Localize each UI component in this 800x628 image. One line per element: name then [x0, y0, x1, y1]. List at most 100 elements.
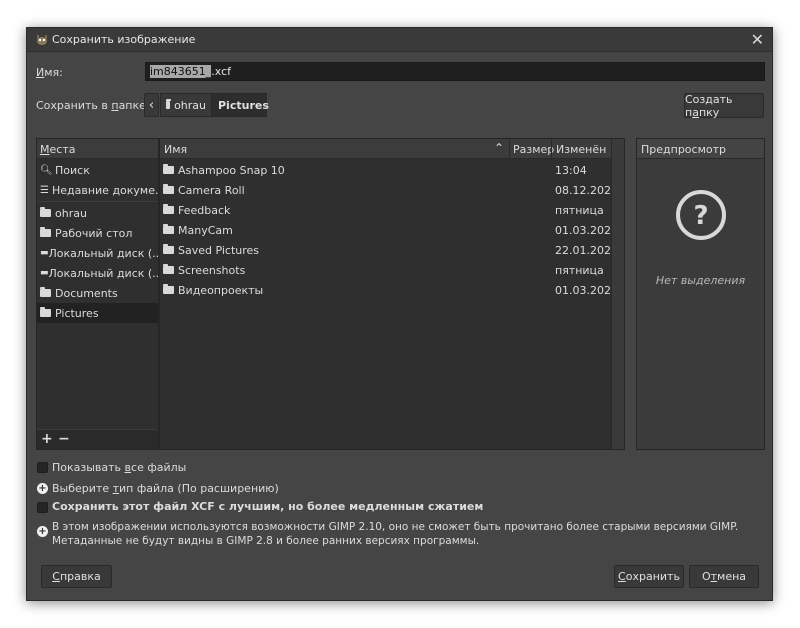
places-header-label: Места — [40, 143, 76, 156]
column-header-size[interactable]: Размер — [513, 143, 554, 156]
files-panel: Имя ⌃ Размер Изменён Ashampoo Snap 10 13… — [159, 138, 625, 450]
places-item-label: Поиск — [55, 163, 90, 177]
folder-icon — [166, 99, 172, 109]
places-item-label: Локальный диск (... — [48, 246, 158, 260]
help-button[interactable]: Справка — [41, 565, 112, 588]
file-name: Ashampoo Snap 10 — [178, 163, 285, 177]
file-modified: 01.03.2021 — [555, 283, 618, 297]
files-header: Имя ⌃ Размер Изменён — [160, 139, 624, 159]
places-item-drive-2[interactable]: ▬ Локальный диск (... — [37, 263, 158, 283]
folder-icon — [163, 264, 174, 274]
file-modified: 22.01.2021 — [555, 243, 618, 257]
places-header: Места — [37, 139, 158, 159]
add-bookmark-button[interactable]: + — [41, 431, 53, 447]
drive-icon: ▬ — [40, 268, 49, 278]
folder-icon — [163, 204, 174, 214]
places-item-drive-1[interactable]: ▬ Локальный диск (... — [37, 243, 158, 263]
save-button[interactable]: Сохранить — [614, 565, 684, 588]
preview-panel: Предпросмотр ? Нет выделения — [636, 138, 765, 450]
help-button-label: Справка — [52, 570, 101, 583]
folder-icon — [40, 307, 51, 317]
cancel-button-label: Отмена — [701, 570, 747, 583]
places-separator — [37, 201, 158, 202]
no-selection-text: Нет выделения — [655, 274, 746, 287]
question-icon: ? — [676, 190, 726, 240]
better-compression-checkbox[interactable] — [37, 502, 48, 513]
path-segment-label: Pictures — [218, 98, 269, 112]
sort-ascending-icon: ⌃ — [494, 141, 505, 155]
folder-icon — [40, 207, 51, 217]
file-name: ManyCam — [178, 223, 233, 237]
files-scrollbar[interactable] — [611, 139, 624, 449]
file-row[interactable]: Feedback пятница — [160, 200, 610, 220]
folder-icon — [163, 224, 174, 234]
places-item-label: ohrau — [55, 206, 87, 220]
path-segment-label: ohrau — [174, 98, 206, 112]
column-header-modified[interactable]: Изменён — [556, 143, 606, 156]
filename-extension: .xcf — [211, 65, 231, 78]
column-header-name[interactable]: Имя — [164, 143, 187, 156]
places-item-label: Рабочий стол — [55, 226, 133, 240]
file-row[interactable]: Saved Pictures 22.01.2021 — [160, 240, 618, 260]
file-name: Видеопроекты — [178, 283, 264, 297]
show-all-files-checkbox[interactable] — [37, 462, 48, 473]
path-back-button[interactable]: ‹ — [144, 93, 159, 117]
name-label: Имя: — [36, 66, 63, 79]
places-item-pictures[interactable]: Pictures — [37, 303, 158, 323]
file-type-expander-icon[interactable]: + — [37, 483, 48, 494]
places-panel: Места 🔍︎ Поиск ☰ Недавние докуме... ohra… — [36, 138, 159, 450]
file-row[interactable]: Camera Roll 08.12.2020 — [160, 180, 618, 200]
file-modified: 13:04 — [555, 163, 587, 177]
file-name: Screenshots — [178, 263, 246, 277]
path-segment-home[interactable]: ohrau — [160, 93, 212, 117]
places-item-label: Documents — [55, 286, 118, 300]
cancel-button[interactable]: Отмена — [689, 565, 759, 588]
places-item-desktop[interactable]: Рабочий стол — [37, 223, 158, 243]
places-item-home[interactable]: ohrau — [37, 203, 158, 223]
drive-icon: ▬ — [40, 248, 49, 258]
places-toolbar: + − — [37, 429, 158, 449]
remove-bookmark-button[interactable]: − — [58, 431, 70, 447]
save-in-label: Сохранить в папке — [36, 99, 146, 112]
file-row[interactable]: Видеопроекты 01.03.2021 — [160, 280, 618, 300]
places-item-label: Недавние докуме... — [51, 183, 158, 197]
create-folder-label: Создать папку — [685, 92, 733, 119]
select-file-type-label[interactable]: Выберите тип файла (По расширению) — [52, 482, 279, 495]
folder-icon — [163, 244, 174, 254]
file-name: Camera Roll — [178, 183, 245, 197]
file-name: Saved Pictures — [178, 243, 260, 257]
title-bar[interactable]: Сохранить изображение ✕ — [27, 28, 772, 52]
create-folder-button[interactable]: Создать папку — [684, 92, 764, 119]
preview-header-label: Предпросмотр — [641, 143, 726, 156]
places-item-search[interactable]: 🔍︎ Поиск — [37, 160, 158, 180]
file-modified: 08.12.2020 — [555, 183, 618, 197]
folder-icon — [163, 284, 174, 294]
save-button-label: Сохранить — [618, 570, 680, 583]
folder-icon — [40, 287, 51, 297]
better-compression-label: Сохранить этот файл XCF с лучшим, но бол… — [52, 500, 484, 513]
filename-input[interactable]: im843651_.xcf — [145, 62, 765, 81]
column-divider — [551, 139, 552, 159]
file-modified: пятница — [555, 203, 604, 217]
recent-icon: ☰ — [40, 184, 49, 196]
compat-info-expander-icon[interactable]: + — [37, 526, 48, 537]
folder-icon — [163, 164, 174, 174]
file-name: Feedback — [178, 203, 231, 217]
places-item-label: Pictures — [55, 306, 99, 320]
svg-text:?: ? — [693, 201, 708, 231]
preview-header: Предпросмотр — [637, 139, 764, 159]
path-segment-pictures[interactable]: Pictures — [212, 93, 269, 117]
file-row[interactable]: ManyCam 01.03.2021 — [160, 220, 618, 240]
column-divider — [509, 139, 510, 159]
search-icon: 🔍︎ — [40, 164, 53, 176]
save-image-dialog: Сохранить изображение ✕ Имя: im843651_.x… — [26, 27, 773, 601]
folder-icon — [163, 184, 174, 194]
file-modified: 01.03.2021 — [555, 223, 618, 237]
places-item-documents[interactable]: Documents — [37, 283, 158, 303]
places-item-label: Локальный диск (... — [48, 266, 158, 280]
gimp-icon — [37, 35, 47, 45]
close-icon[interactable]: ✕ — [751, 30, 764, 49]
file-row[interactable]: Ashampoo Snap 10 13:04 — [160, 160, 610, 180]
places-item-recent[interactable]: ☰ Недавние докуме... — [37, 180, 158, 200]
file-row[interactable]: Screenshots пятница — [160, 260, 610, 280]
